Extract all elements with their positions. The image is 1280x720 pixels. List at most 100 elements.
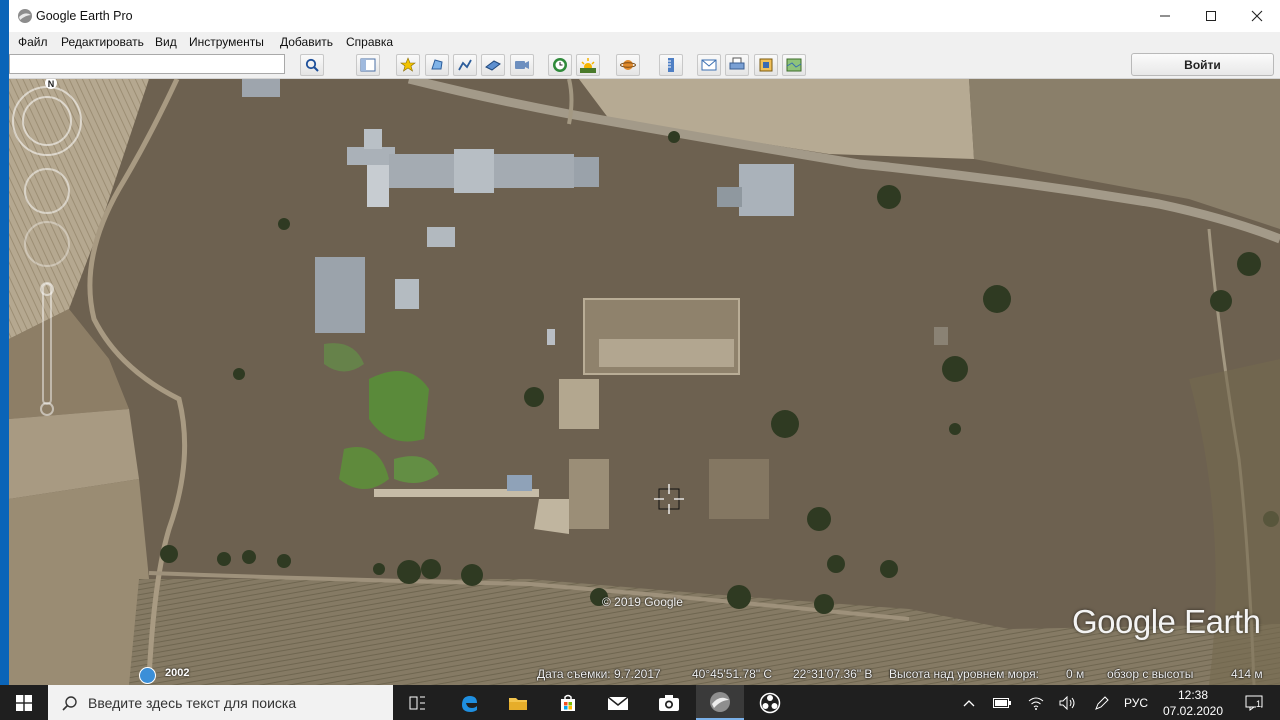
print-button[interactable]: [725, 54, 749, 76]
start-button[interactable]: [0, 685, 48, 720]
maximize-icon: [1206, 11, 1216, 21]
store-icon: [561, 694, 575, 711]
task-view-icon: [409, 696, 425, 709]
google-earth-taskbar-button[interactable]: [696, 685, 744, 720]
close-icon: [1251, 10, 1263, 22]
menu-file[interactable]: Файл: [18, 35, 48, 49]
notifications-button[interactable]: 1: [1238, 685, 1270, 720]
clock-time: 12:38: [1177, 688, 1209, 702]
add-path-icon: [458, 59, 472, 71]
battery-icon: [993, 697, 1011, 708]
obs-button[interactable]: [746, 685, 794, 720]
planets-icon: [620, 60, 636, 70]
menu-add[interactable]: Добавить: [280, 35, 333, 49]
taskbar-search-placeholder: Введите здесь текст для поиска: [88, 695, 297, 711]
sunlight-button[interactable]: [576, 54, 600, 76]
search-button[interactable]: [300, 54, 324, 76]
add-image-overlay-button[interactable]: [481, 54, 505, 76]
save-image-button[interactable]: [754, 54, 778, 76]
move-joystick[interactable]: [24, 221, 70, 267]
taskbar-search-box[interactable]: Введите здесь текст для поиска: [48, 685, 393, 720]
wifi-button[interactable]: [1024, 685, 1048, 720]
record-tour-icon: [515, 61, 529, 69]
record-tour-button[interactable]: [510, 54, 534, 76]
edge-icon: [462, 695, 477, 712]
zoom-slider[interactable]: [42, 283, 52, 405]
look-joystick[interactable]: [24, 168, 70, 214]
tray-overflow-button[interactable]: [958, 685, 980, 720]
file-explorer-button[interactable]: [494, 685, 542, 720]
view-in-maps-icon: [786, 58, 802, 72]
email-button[interactable]: [697, 54, 721, 76]
historical-imagery-indicator-icon[interactable]: [139, 667, 156, 684]
add-path-button[interactable]: [453, 54, 477, 76]
add-placemark-icon: [400, 57, 416, 72]
sidebar-toggle-button[interactable]: [356, 54, 380, 76]
compass-north-label: N: [48, 79, 55, 89]
latitude-readout: 40°45'51.78" С: [692, 667, 773, 681]
navigation-controls[interactable]: N: [9, 79, 85, 429]
search-input[interactable]: [9, 54, 285, 74]
add-placemark-button[interactable]: [396, 54, 420, 76]
store-button[interactable]: [544, 685, 592, 720]
close-button[interactable]: [1234, 0, 1280, 32]
menu-tools[interactable]: Инструменты: [189, 35, 264, 49]
maximize-button[interactable]: [1188, 0, 1234, 32]
email-icon: [701, 59, 717, 71]
imagery-date: Дата съемки: 9.7.2017: [537, 667, 661, 681]
print-icon: [729, 57, 745, 70]
search-icon: [62, 696, 77, 711]
file-explorer-icon: [509, 697, 527, 710]
imagery-copyright: © 2019 Google: [602, 595, 683, 609]
eye-altitude-value: 414 м: [1231, 667, 1263, 681]
ruler-button[interactable]: [659, 54, 683, 76]
magnifier-icon: [305, 58, 319, 72]
desktop-background-strip: [0, 0, 9, 685]
wifi-icon: [1028, 697, 1044, 710]
volume-icon: [1059, 695, 1075, 710]
add-polygon-icon: [431, 59, 443, 70]
volume-button[interactable]: [1056, 685, 1080, 720]
historical-imagery-icon: [553, 58, 567, 72]
menu-edit[interactable]: Редактировать: [61, 35, 144, 49]
edge-button[interactable]: [445, 685, 493, 720]
map-view[interactable]: © 2019 Google Google Earth N 2002 Дата с…: [9, 79, 1280, 685]
add-polygon-button[interactable]: [425, 54, 449, 76]
status-bar: 2002 Дата съемки: 9.7.2017 40°45'51.78" …: [9, 665, 1280, 685]
app-window: Google Earth Pro Файл Редактировать Вид …: [0, 0, 1280, 685]
mail-icon: [607, 695, 629, 710]
minimize-button[interactable]: [1142, 0, 1188, 32]
window-title: Google Earth Pro: [36, 9, 133, 23]
ruler-icon: [668, 58, 674, 72]
task-view-button[interactable]: [394, 685, 442, 720]
login-button[interactable]: Войти: [1131, 53, 1274, 76]
historical-imagery-year[interactable]: 2002: [165, 667, 189, 679]
taskbar: Введите здесь текст для поиска РУС 12:38: [0, 685, 1280, 720]
pen-workspace-button[interactable]: [1090, 685, 1114, 720]
camera-button[interactable]: [645, 685, 693, 720]
menu-bar: Файл Редактировать Вид Инструменты Добав…: [9, 32, 1280, 52]
battery-button[interactable]: [990, 685, 1014, 720]
view-in-maps-button[interactable]: [782, 54, 806, 76]
pen-icon: [1095, 695, 1109, 710]
longitude-readout: 22°31'07.36" В: [793, 667, 873, 681]
sidebar-toggle-icon: [360, 58, 376, 72]
google-earth-app-icon: [18, 9, 32, 23]
obs-icon: [759, 692, 781, 713]
windows-logo-icon: [16, 694, 32, 711]
planets-button[interactable]: [616, 54, 640, 76]
notifications-count: 1: [1256, 699, 1262, 709]
language-indicator[interactable]: РУС: [1120, 685, 1152, 720]
clock[interactable]: 12:38 07.02.2020: [1155, 687, 1231, 719]
elevation-value: 0 м: [1066, 667, 1085, 681]
minimize-icon: [1160, 15, 1170, 17]
sunlight-icon: [580, 58, 596, 73]
historical-imagery-button[interactable]: [548, 54, 572, 76]
camera-icon: [659, 694, 679, 711]
title-bar[interactable]: Google Earth Pro: [9, 0, 1280, 32]
menu-help[interactable]: Справка: [346, 35, 393, 49]
mail-button[interactable]: [594, 685, 642, 720]
menu-view[interactable]: Вид: [155, 35, 177, 49]
clock-date: 07.02.2020: [1162, 704, 1224, 718]
google-earth-icon: [710, 691, 730, 712]
